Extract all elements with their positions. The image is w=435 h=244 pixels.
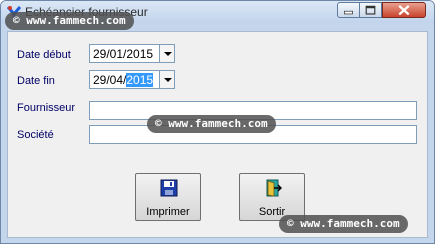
sortir-button[interactable]: Sortir <box>239 173 305 221</box>
chevron-down-icon <box>164 52 172 56</box>
chevron-down-icon <box>164 78 172 82</box>
minimize-icon <box>344 10 353 15</box>
date-debut-label: Date début <box>17 49 71 61</box>
exit-door-icon <box>266 179 282 197</box>
date-fin-label: Date fin <box>17 75 55 87</box>
imprimer-button[interactable]: Imprimer <box>135 173 201 221</box>
watermark-bottom: © www.fammech.com <box>279 215 408 233</box>
date-debut-value: 29/01/2015 <box>93 47 154 61</box>
app-window: Echéancier fournisseur Date début 29/01/… <box>0 0 435 244</box>
maximize-icon <box>365 5 376 15</box>
close-button[interactable] <box>382 2 426 18</box>
form-panel: Date début 29/01/2015 Date fin 29/04/201… <box>7 31 428 238</box>
date-fin-value: 29/04/2015 <box>93 73 154 87</box>
minimize-button[interactable] <box>337 2 360 18</box>
imprimer-label: Imprimer <box>146 206 190 218</box>
date-fin-dropdown-button[interactable] <box>159 70 175 89</box>
close-icon <box>398 5 410 16</box>
societe-label: Société <box>17 129 54 141</box>
floppy-disk-icon <box>160 179 178 197</box>
fournisseur-label: Fournisseur <box>17 102 76 114</box>
maximize-button[interactable] <box>360 2 382 18</box>
watermark-center: © www.fammech.com <box>147 115 276 133</box>
date-debut-dropdown-button[interactable] <box>159 44 175 63</box>
watermark-top: © www.fammech.com <box>5 12 134 30</box>
